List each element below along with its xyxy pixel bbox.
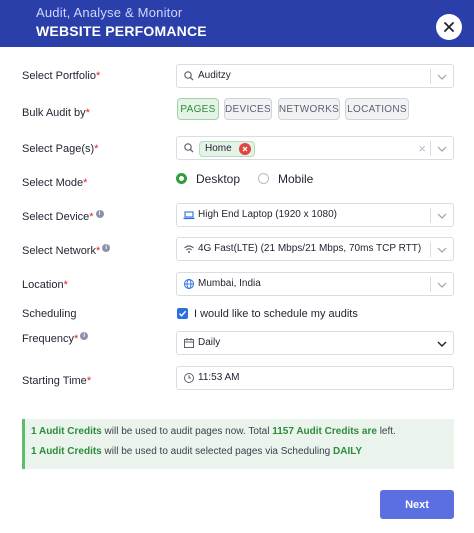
device-label: Select Device* i xyxy=(22,210,104,223)
mode-label: Select Mode* xyxy=(22,177,88,189)
divider xyxy=(430,277,431,292)
search-icon xyxy=(184,71,194,81)
next-button[interactable]: Next xyxy=(380,490,454,519)
location-select[interactable]: Mumbai, India xyxy=(176,272,454,296)
selected-page-tag: Home xyxy=(199,141,255,157)
network-value: 4G Fast(LTE) (21 Mbps/21 Mbps, 70ms TCP … xyxy=(198,243,422,254)
frequency-select[interactable]: Daily xyxy=(176,331,454,355)
modal-header: Audit, Analyse & Monitor WEBSITE PERFOMA… xyxy=(0,0,474,47)
chevron-down-icon[interactable] xyxy=(436,71,448,83)
portfolio-value: Auditzy xyxy=(198,70,231,81)
device-value: High End Laptop (1920 x 1080) xyxy=(198,209,337,220)
selected-page-label: Home xyxy=(205,143,232,154)
chevron-down-icon[interactable] xyxy=(436,143,448,155)
start-time-label: Starting Time* xyxy=(22,375,92,387)
close-button[interactable] xyxy=(436,14,462,40)
search-icon xyxy=(184,143,194,153)
pages-label: Select Page(s)* xyxy=(22,143,99,155)
bulk-audit-pages-chip[interactable]: PAGES xyxy=(177,98,219,120)
info-icon[interactable]: i xyxy=(80,332,89,340)
clock-icon xyxy=(184,373,194,383)
check-icon xyxy=(178,310,187,317)
globe-icon xyxy=(184,279,194,289)
info-icon[interactable]: i xyxy=(102,244,111,252)
pages-multiselect[interactable]: Home × xyxy=(176,136,454,160)
calendar-icon xyxy=(184,338,194,348)
divider xyxy=(430,141,431,156)
network-label: Select Network* i xyxy=(22,244,111,257)
modal-title: WEBSITE PERFOMANCE xyxy=(36,23,207,39)
portfolio-select[interactable]: Auditzy xyxy=(176,64,454,88)
mode-mobile-radio[interactable] xyxy=(258,173,269,184)
laptop-icon xyxy=(183,211,195,220)
bulk-audit-devices-chip[interactable]: DEVICES xyxy=(224,98,272,120)
divider xyxy=(430,208,431,223)
location-label: Location* xyxy=(22,279,68,291)
divider xyxy=(430,242,431,257)
info-icon[interactable]: i xyxy=(95,210,104,218)
chevron-down-icon[interactable] xyxy=(436,279,448,291)
wifi-icon xyxy=(184,245,194,253)
mode-desktop-radio[interactable] xyxy=(176,173,187,184)
schedule-checkbox-label: I would like to schedule my audits xyxy=(194,308,358,320)
notice-line-schedule: 1 Audit Credits will be used to audit se… xyxy=(31,446,363,457)
close-icon xyxy=(242,146,248,152)
portfolio-label: Select Portfolio* xyxy=(22,70,101,82)
frequency-value: Daily xyxy=(198,337,221,348)
modal-subtitle: Audit, Analyse & Monitor xyxy=(36,5,183,20)
credits-notice: 1 Audit Credits will be used to audit pa… xyxy=(22,419,454,469)
close-icon xyxy=(444,22,454,32)
start-time-value: 11:53 AM xyxy=(198,372,240,383)
divider xyxy=(430,69,431,84)
notice-line-now: 1 Audit Credits will be used to audit pa… xyxy=(31,426,396,437)
chevron-down-icon[interactable] xyxy=(436,210,448,222)
chevron-down-icon[interactable] xyxy=(436,244,448,256)
mode-desktop-label: Desktop xyxy=(196,172,241,186)
chevron-down-icon[interactable] xyxy=(436,338,448,350)
bulk-audit-networks-chip[interactable]: NETWORKS xyxy=(278,98,340,120)
scheduling-label: Scheduling xyxy=(22,308,77,320)
mode-mobile-label: Mobile xyxy=(278,172,314,186)
clear-all-button[interactable]: × xyxy=(418,141,426,156)
schedule-checkbox[interactable] xyxy=(177,308,188,319)
frequency-label: Frequency* i xyxy=(22,332,89,345)
remove-tag-button[interactable] xyxy=(238,143,251,155)
device-select[interactable]: High End Laptop (1920 x 1080) xyxy=(176,203,454,227)
location-value: Mumbai, India xyxy=(198,278,261,289)
bulk-audit-locations-chip[interactable]: LOCATIONS xyxy=(345,98,409,120)
start-time-input[interactable]: 11:53 AM xyxy=(176,366,454,390)
bulk-audit-label: Bulk Audit by* xyxy=(22,107,90,119)
network-select[interactable]: 4G Fast(LTE) (21 Mbps/21 Mbps, 70ms TCP … xyxy=(176,237,454,261)
